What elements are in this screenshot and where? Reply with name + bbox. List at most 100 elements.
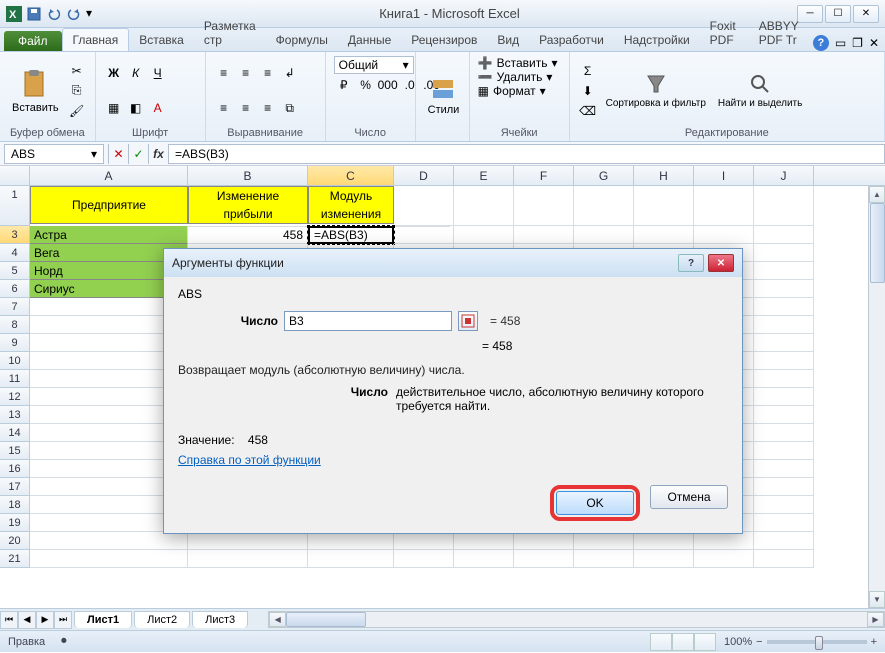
bold-icon[interactable]: Ж (104, 64, 124, 82)
cell[interactable] (754, 388, 814, 406)
row-header[interactable]: 19 (0, 514, 30, 532)
cell[interactable] (454, 226, 514, 244)
autosum-icon[interactable]: Σ (578, 62, 598, 80)
tab-review[interactable]: Рецензиров (401, 29, 487, 51)
align-center-icon[interactable]: ≡ (236, 99, 256, 117)
cell[interactable] (188, 550, 308, 568)
row-header[interactable]: 20 (0, 532, 30, 550)
comma-icon[interactable]: 000 (378, 76, 398, 94)
cell[interactable] (308, 550, 394, 568)
undo-icon[interactable] (46, 6, 62, 22)
col-G[interactable]: G (574, 166, 634, 185)
ok-button[interactable]: OK (556, 491, 634, 515)
cell[interactable] (694, 550, 754, 568)
find-select-button[interactable]: Найти и выделить (714, 70, 806, 111)
function-help-link[interactable]: Справка по этой функции (178, 453, 321, 467)
italic-icon[interactable]: К (126, 64, 146, 82)
format-painter-icon[interactable]: 🖌 (67, 102, 87, 120)
maximize-button[interactable]: ☐ (825, 5, 851, 23)
col-D[interactable]: D (394, 166, 454, 185)
row-header[interactable]: 1 (0, 186, 30, 226)
zoom-level[interactable]: 100% (724, 636, 752, 648)
border-icon[interactable]: ▦ (104, 99, 124, 117)
cell[interactable]: 458 (188, 226, 308, 244)
align-right-icon[interactable]: ≡ (258, 99, 278, 117)
paste-button[interactable]: Вставить (8, 66, 63, 116)
cell[interactable] (188, 532, 308, 550)
cell[interactable] (574, 186, 634, 226)
cell[interactable] (754, 226, 814, 244)
cell[interactable] (754, 424, 814, 442)
select-all-corner[interactable] (0, 166, 30, 185)
vertical-scrollbar[interactable]: ▲ ▼ (868, 186, 885, 608)
cell[interactable] (454, 532, 514, 550)
row-header[interactable]: 8 (0, 316, 30, 334)
tab-formulas[interactable]: Формулы (266, 29, 338, 51)
row-header[interactable]: 21 (0, 550, 30, 568)
row-header[interactable]: 18 (0, 496, 30, 514)
cell[interactable] (754, 186, 814, 226)
range-picker-icon[interactable] (458, 311, 478, 331)
row-header[interactable]: 15 (0, 442, 30, 460)
row-header[interactable]: 10 (0, 352, 30, 370)
cell[interactable] (754, 460, 814, 478)
cell[interactable] (634, 550, 694, 568)
name-box[interactable]: ABS▾ (4, 144, 104, 164)
view-page-layout-icon[interactable] (672, 633, 694, 651)
col-B[interactable]: B (188, 166, 308, 185)
sheet-prev-icon[interactable]: ◀ (18, 611, 36, 629)
dialog-help-button[interactable]: ? (678, 254, 704, 272)
cell[interactable] (634, 532, 694, 550)
qat-dropdown-icon[interactable]: ▾ (86, 6, 102, 22)
row-header[interactable]: 13 (0, 406, 30, 424)
cell[interactable] (308, 532, 394, 550)
tab-abbyy[interactable]: ABBYY PDF Tr (749, 15, 813, 51)
sheet-first-icon[interactable]: ⏮ (0, 611, 18, 629)
tab-view[interactable]: Вид (487, 29, 529, 51)
col-H[interactable]: H (634, 166, 694, 185)
cell[interactable] (694, 186, 754, 226)
horizontal-scrollbar[interactable]: ◀ ▶ (268, 611, 885, 628)
cell[interactable]: Предприятие (30, 186, 188, 224)
cell[interactable] (394, 226, 454, 244)
row-header[interactable]: 5 (0, 262, 30, 280)
tab-developer[interactable]: Разработчи (529, 29, 614, 51)
row-header[interactable]: 9 (0, 334, 30, 352)
cell[interactable] (754, 406, 814, 424)
cell[interactable] (754, 280, 814, 298)
row-header[interactable]: 12 (0, 388, 30, 406)
cell[interactable] (514, 226, 574, 244)
dialog-close-button[interactable]: ✕ (708, 254, 734, 272)
tab-insert[interactable]: Вставка (129, 29, 194, 51)
cell[interactable] (394, 550, 454, 568)
col-C[interactable]: C (308, 166, 394, 185)
col-I[interactable]: I (694, 166, 754, 185)
cell[interactable] (454, 550, 514, 568)
row-header[interactable]: 17 (0, 478, 30, 496)
cell[interactable] (634, 226, 694, 244)
sheet-last-icon[interactable]: ⏭ (54, 611, 72, 629)
cell[interactable] (754, 442, 814, 460)
merge-icon[interactable]: ⧉ (280, 99, 300, 117)
row-header[interactable]: 16 (0, 460, 30, 478)
cancel-formula-icon[interactable]: ✕ (108, 144, 128, 164)
tab-home[interactable]: Главная (62, 28, 130, 51)
redo-icon[interactable] (66, 6, 82, 22)
number-format-dropdown[interactable]: Общий▾ (334, 56, 414, 74)
macro-record-icon[interactable]: ⏺ (61, 635, 67, 648)
cell[interactable]: =ABS(B3) (308, 226, 394, 244)
fx-icon[interactable]: fx (148, 144, 168, 164)
wrap-icon[interactable]: ↲ (280, 64, 300, 82)
clear-icon[interactable]: ⌫ (578, 102, 598, 120)
align-left-icon[interactable]: ≡ (214, 99, 234, 117)
tab-addins[interactable]: Надстройки (614, 29, 700, 51)
underline-icon[interactable]: Ч (148, 64, 168, 82)
cell[interactable] (514, 550, 574, 568)
fill-color-icon[interactable]: ◧ (126, 99, 146, 117)
percent-icon[interactable]: % (356, 76, 376, 94)
enter-formula-icon[interactable]: ✓ (128, 144, 148, 164)
cancel-button[interactable]: Отмена (650, 485, 728, 509)
sheet-tab-3[interactable]: Лист3 (192, 611, 248, 628)
zoom-slider[interactable] (767, 640, 867, 644)
col-J[interactable]: J (754, 166, 814, 185)
